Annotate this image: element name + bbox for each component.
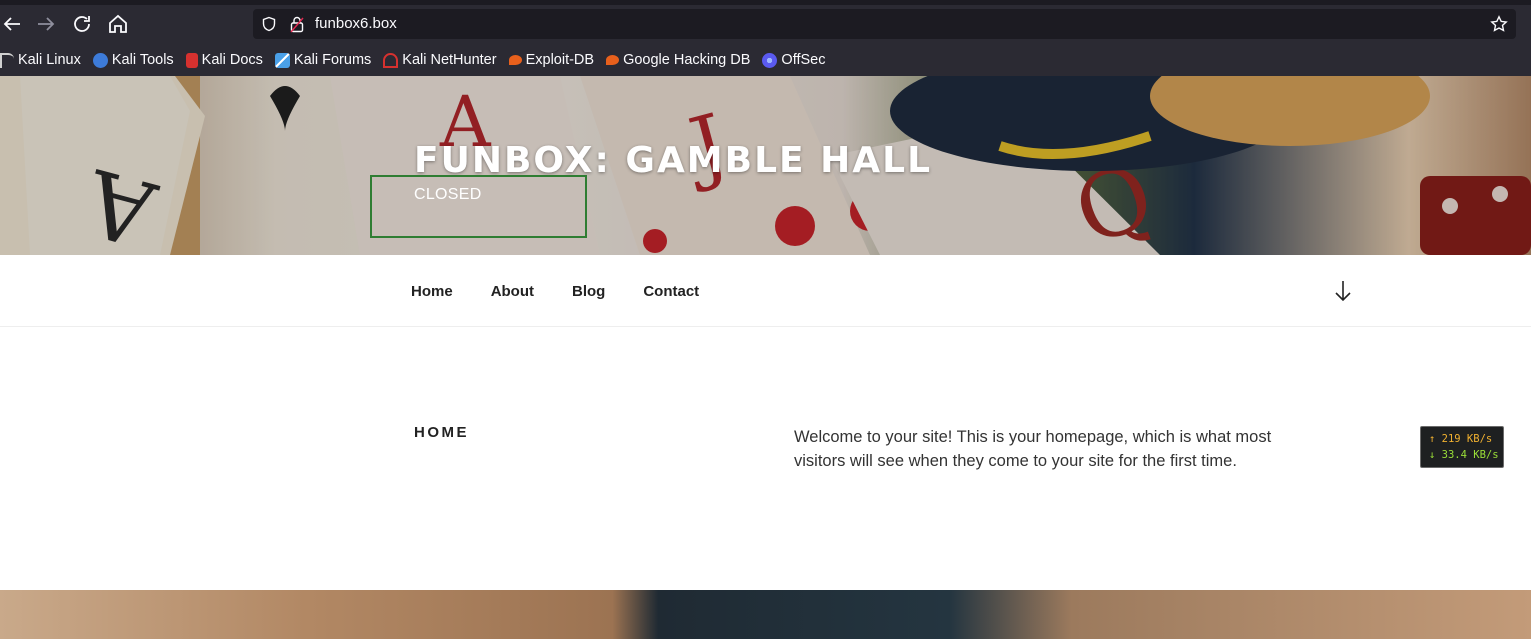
bookmark-label: Kali Tools (111, 52, 174, 68)
nav-item-home[interactable]: Home (411, 283, 453, 300)
bookmark-label: Google Hacking DB (623, 52, 751, 68)
kali-tools-icon (92, 52, 108, 68)
highlight-box (370, 175, 587, 238)
download-speed: ↓ 33.4 KB/s (1429, 449, 1499, 461)
kali-dragon-icon (0, 52, 14, 68)
page-content: HOME Welcome to your site! This is your … (0, 327, 1531, 590)
url-text[interactable]: funbox6.box (315, 15, 397, 32)
insecure-lock-icon[interactable] (289, 15, 305, 33)
nav-item-blog[interactable]: Blog (572, 283, 605, 300)
nav-menu: Home About Blog Contact (411, 283, 737, 300)
arrow-left-icon (3, 17, 20, 31)
bookmark-kali-nethunter[interactable]: Kali NetHunter (383, 52, 497, 68)
back-button[interactable] (0, 12, 24, 36)
bookmark-kali-forums[interactable]: Kali Forums (274, 52, 372, 68)
bookmark-star-icon[interactable] (1490, 15, 1508, 33)
page-body-text: Welcome to your site! This is your homep… (794, 428, 1272, 470)
home-button[interactable] (106, 12, 130, 36)
header-hero-image: A A J Q FUNBOX: GAMBLE HALL CLOSED (0, 76, 1531, 255)
kali-nethunter-icon (383, 52, 399, 68)
page-title: HOME (414, 424, 469, 441)
bookmark-label: Kali Linux (18, 52, 81, 68)
reload-button[interactable] (70, 12, 94, 36)
bookmark-kali-tools[interactable]: Kali Tools (92, 52, 174, 68)
bookmark-kali-docs[interactable]: Kali Docs (185, 52, 263, 68)
tab-strip (0, 0, 1531, 5)
bookmark-google-hacking-db[interactable]: Google Hacking DB (606, 52, 750, 68)
section-background-image (0, 590, 1531, 639)
address-bar[interactable]: funbox6.box (253, 9, 1516, 39)
bookmark-offsec[interactable]: OffSec (762, 52, 825, 68)
bookmark-label: Kali Forums (293, 52, 372, 68)
ghdb-icon (606, 55, 620, 65)
bookmarks-toolbar: Kali Linux Kali Tools Kali Docs Kali For… (0, 48, 837, 72)
reload-icon (74, 16, 90, 32)
bookmark-label: Exploit-DB (525, 52, 595, 68)
bookmark-kali-linux[interactable]: Kali Linux (0, 52, 81, 68)
network-speed-widget: ↑ 219 KB/s ↓ 33.4 KB/s (1420, 426, 1504, 468)
upload-speed: ↑ 219 KB/s (1429, 433, 1493, 445)
bookmark-label: Kali Docs (201, 52, 263, 68)
offsec-icon (762, 52, 778, 68)
home-icon (109, 14, 127, 33)
kali-docs-icon (185, 52, 198, 68)
bookmark-exploit-db[interactable]: Exploit-DB (508, 52, 595, 68)
browser-toolbar: funbox6.box Kali Linux Kali Tools Kali D… (0, 0, 1531, 76)
main-navigation: Home About Blog Contact (0, 255, 1531, 327)
nav-item-contact[interactable]: Contact (643, 283, 699, 300)
bookmark-label: Kali NetHunter (402, 52, 497, 68)
forward-button[interactable] (34, 12, 58, 36)
arrow-right-icon (38, 17, 55, 31)
tracking-protection-shield-icon[interactable] (261, 16, 277, 32)
exploit-db-icon (508, 55, 522, 65)
scroll-down-arrow-icon[interactable] (1333, 279, 1353, 303)
bookmark-label: OffSec (781, 52, 826, 68)
kali-forums-icon (274, 52, 290, 68)
nav-item-about[interactable]: About (491, 283, 534, 300)
